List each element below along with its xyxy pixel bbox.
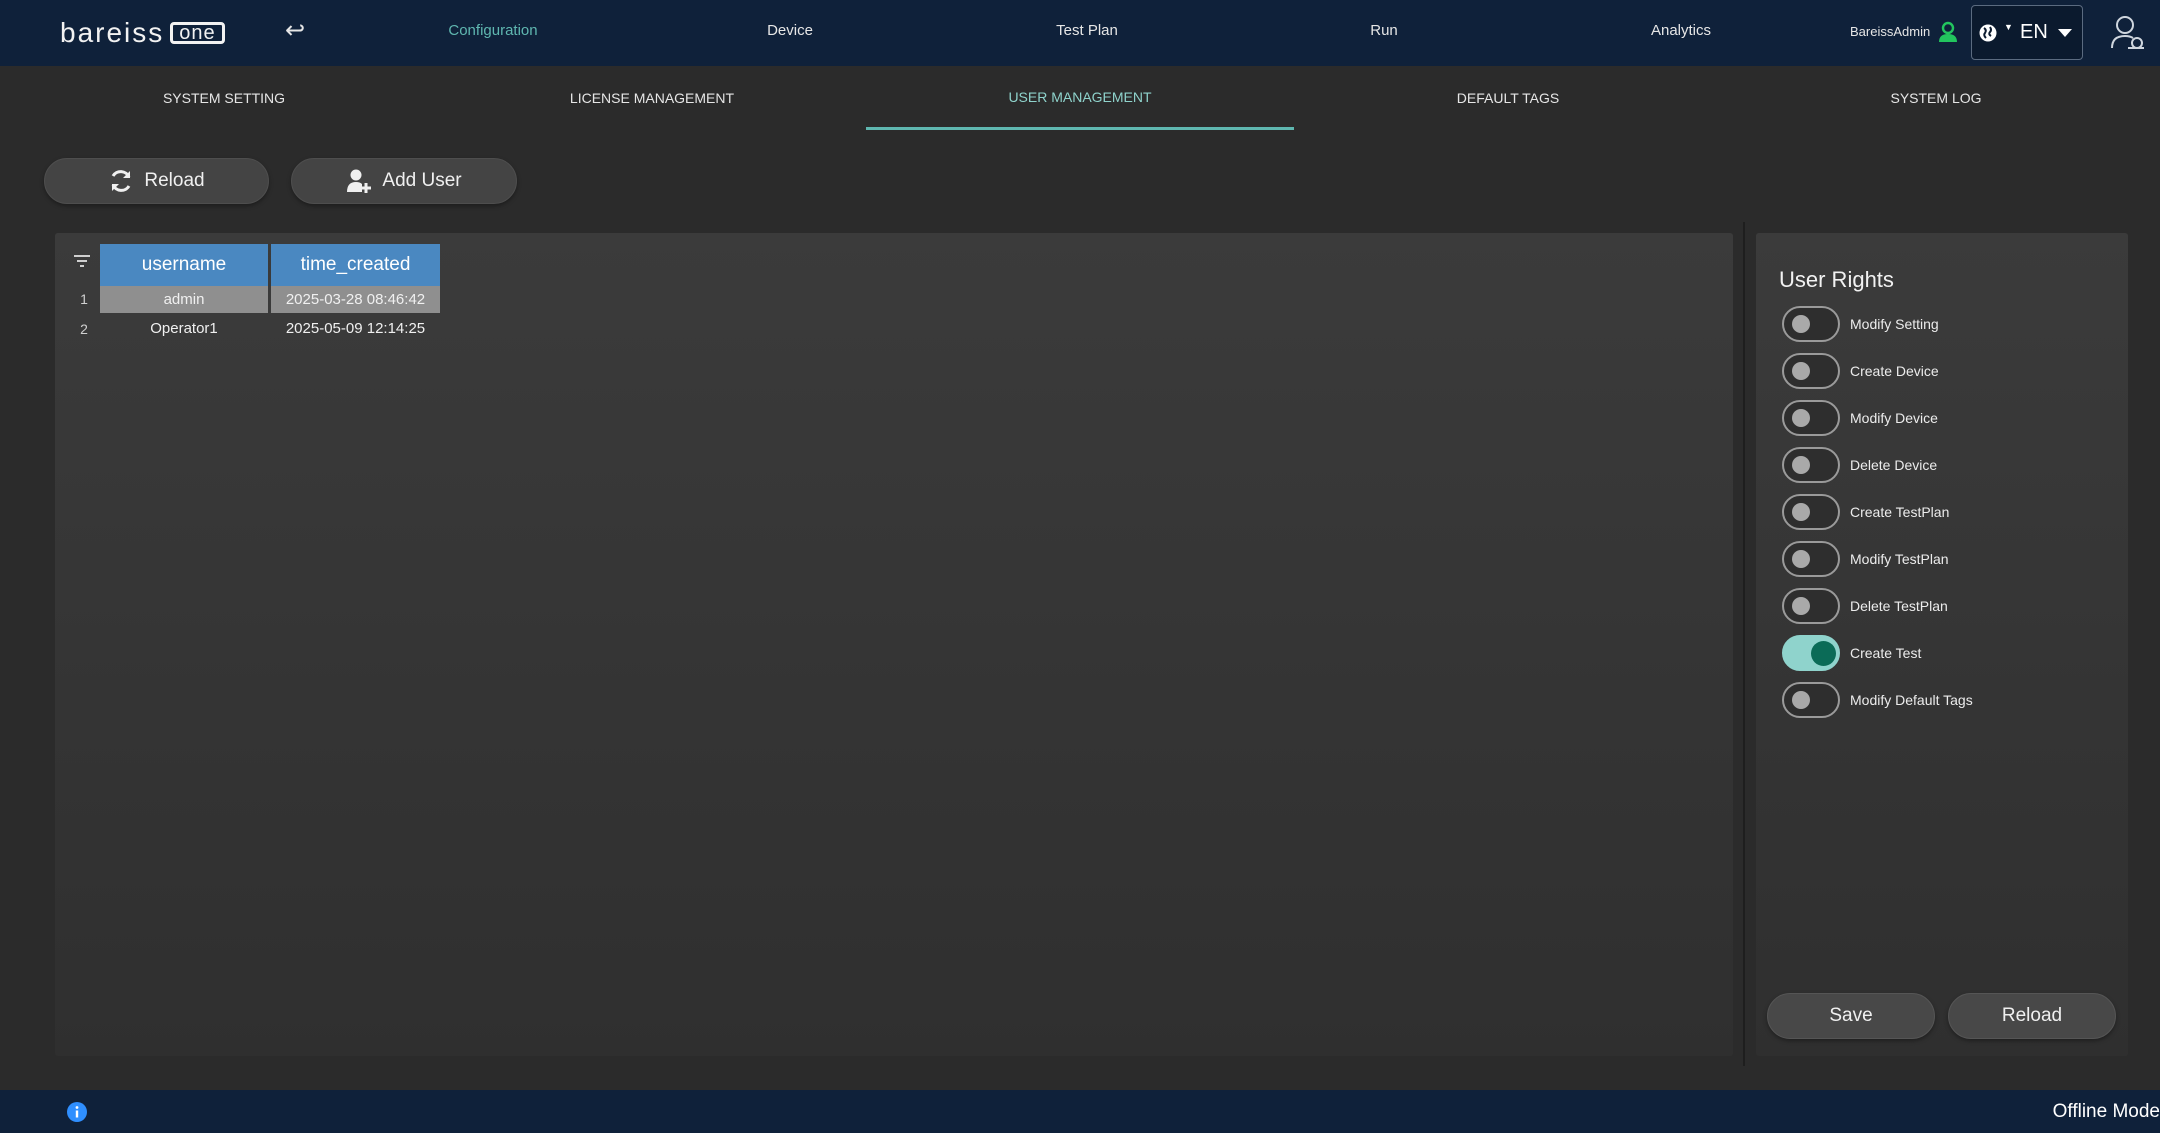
nav-item-test-plan[interactable]: Test Plan <box>1056 22 1118 39</box>
connection-status: Offline Mode <box>2052 1101 2160 1122</box>
tab-user-management[interactable]: USER MANAGEMENT <box>866 66 1294 130</box>
app-logo[interactable]: bareiss one <box>60 17 225 48</box>
toggle-modify-testplan[interactable] <box>1782 541 1840 577</box>
toggle-modify-device[interactable] <box>1782 400 1840 436</box>
reload-users-label: Reload <box>144 170 205 191</box>
toggle-modify-setting[interactable] <box>1782 306 1840 342</box>
refresh-icon <box>112 170 131 192</box>
toggle-delete-testplan[interactable] <box>1782 588 1840 624</box>
user-rights-panel: User Rights Modify Setting Create Device… <box>1756 233 2128 1056</box>
tab-default-tags[interactable]: DEFAULT TAGS <box>1294 66 1722 130</box>
user-rights-title: User Rights <box>1779 267 1894 292</box>
language-code: EN <box>2020 21 2048 43</box>
panel-divider <box>1743 222 1745 1066</box>
logo-text: bareiss <box>60 17 165 48</box>
right-label: Create Device <box>1850 363 1939 379</box>
current-user-name: BareissAdmin <box>1850 24 1931 39</box>
info-icon[interactable] <box>67 1102 87 1122</box>
top-navigation-bar: bareiss one ↩ Configuration Device Test … <box>0 0 2160 66</box>
globe-caret-icon: ▼ <box>2004 22 2013 32</box>
right-row-modify-setting: Modify Setting <box>1782 306 1939 342</box>
right-label: Delete Device <box>1850 457 1938 473</box>
add-user-button[interactable]: Add User <box>291 158 517 204</box>
nav-item-analytics[interactable]: Analytics <box>1651 22 1711 39</box>
add-user-icon <box>347 169 372 193</box>
column-header-time-created[interactable]: time_created <box>271 244 440 286</box>
right-label: Modify Default Tags <box>1850 692 1973 708</box>
right-label: Modify Setting <box>1850 316 1939 332</box>
right-label: Delete TestPlan <box>1850 598 1948 614</box>
toggle-create-testplan[interactable] <box>1782 494 1840 530</box>
table-cell-username[interactable]: admin <box>100 286 268 313</box>
nav-item-device[interactable]: Device <box>767 22 813 39</box>
right-row-modify-default-tags: Modify Default Tags <box>1782 682 1973 718</box>
globe-icon <box>1979 24 1997 41</box>
filter-icon[interactable] <box>73 253 91 269</box>
status-bar: Offline Mode <box>0 1090 2160 1133</box>
toggle-create-test[interactable] <box>1782 635 1840 671</box>
user-online-icon <box>1939 21 1957 42</box>
language-select[interactable]: ▼ EN <box>1971 5 2083 60</box>
nav-item-configuration[interactable]: Configuration <box>448 22 537 39</box>
toggle-create-device[interactable] <box>1782 353 1840 389</box>
right-label: Modify Device <box>1850 410 1938 426</box>
column-header-username[interactable]: username <box>100 244 268 286</box>
table-cell-time-created[interactable]: 2025-03-28 08:46:42 <box>271 286 440 313</box>
toggle-delete-device[interactable] <box>1782 447 1840 483</box>
right-label: Create Test <box>1850 645 1922 661</box>
logo-badge: one <box>170 22 225 44</box>
row-number: 2 <box>80 321 88 337</box>
right-row-create-device: Create Device <box>1782 353 1939 389</box>
users-table-panel: username time_created 1 admin 2025-03-28… <box>55 233 1733 1056</box>
right-row-delete-testplan: Delete TestPlan <box>1782 588 1948 624</box>
toggle-modify-default-tags[interactable] <box>1782 682 1840 718</box>
back-arrow-icon[interactable]: ↩ <box>280 16 310 46</box>
table-cell-username[interactable]: Operator1 <box>100 315 268 342</box>
chevron-down-icon <box>2058 29 2072 37</box>
row-number: 1 <box>80 291 88 307</box>
table-cell-time-created[interactable]: 2025-05-09 12:14:25 <box>271 315 440 342</box>
save-rights-button[interactable]: Save <box>1767 993 1935 1039</box>
right-row-modify-device: Modify Device <box>1782 400 1938 436</box>
configuration-subtabs: SYSTEM SETTING LICENSE MANAGEMENT USER M… <box>0 66 2160 130</box>
right-row-delete-device: Delete Device <box>1782 447 1937 483</box>
reload-rights-button[interactable]: Reload <box>1948 993 2116 1039</box>
nav-item-run[interactable]: Run <box>1370 22 1398 39</box>
tab-license-management[interactable]: LICENSE MANAGEMENT <box>438 66 866 130</box>
user-settings-icon[interactable] <box>2110 14 2146 52</box>
right-row-create-test: Create Test <box>1782 635 1921 671</box>
right-row-create-testplan: Create TestPlan <box>1782 494 1949 530</box>
right-label: Create TestPlan <box>1850 504 1950 520</box>
tab-system-log[interactable]: SYSTEM LOG <box>1722 66 2150 130</box>
right-row-modify-testplan: Modify TestPlan <box>1782 541 1949 577</box>
reload-users-button[interactable]: Reload <box>44 158 269 204</box>
right-label: Modify TestPlan <box>1850 551 1949 567</box>
tab-system-setting[interactable]: SYSTEM SETTING <box>10 66 438 130</box>
add-user-label: Add User <box>382 170 462 191</box>
